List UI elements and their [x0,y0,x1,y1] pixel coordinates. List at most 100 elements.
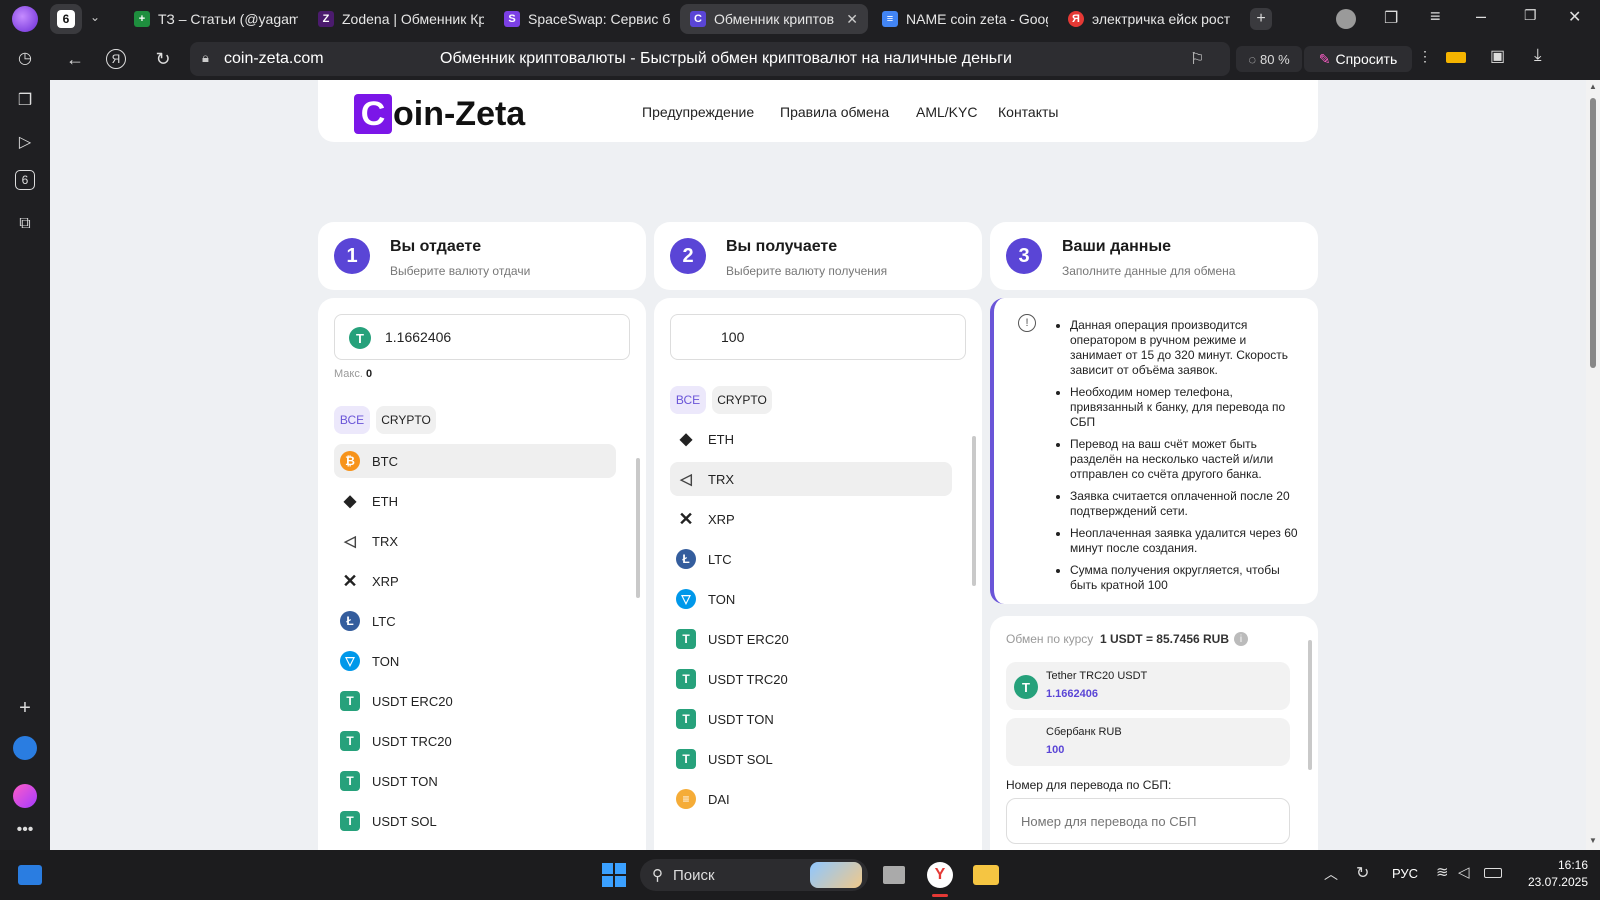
step-your-data: 3 Ваши данные Заполните данные для обмен… [990,222,1318,290]
yandex-browser-taskbar-icon[interactable]: Y [926,861,954,889]
chevron-up-icon[interactable]: ︿ [1324,864,1338,884]
url-field[interactable]: 🔒︎ coin-zeta.com Обменник криптовалюты -… [190,42,1230,76]
clock[interactable]: 16:16 23.07.2025 [1516,857,1588,891]
give-list-scrollbar[interactable] [636,458,640,598]
close-window-icon[interactable]: ✕ [1568,7,1581,27]
ask-button[interactable]: ✎ Спросить [1304,46,1412,72]
currency-item[interactable]: T USDT SOL [670,742,952,776]
step-title: Вы получаете [726,238,838,255]
tab-spaceswap[interactable]: S SpaceSwap: Сервис бл [494,4,670,34]
currency-item[interactable]: ₿ BTC [334,444,616,478]
reload-icon[interactable]: ↻ [150,46,176,72]
page-scroll-thumb[interactable] [1590,98,1596,368]
sync-icon[interactable]: ↻ [1356,863,1369,883]
receive-list-scrollbar[interactable] [972,436,976,586]
volume-icon[interactable]: ◁ [1458,863,1470,881]
currency-item[interactable]: ▽ TON [670,582,952,616]
currency-item[interactable]: ✕ XRP [334,564,616,598]
tab-coin-zeta[interactable]: C Обменник криптов ✕ [680,4,868,34]
currency-item[interactable]: ▽ TON [334,644,616,678]
currency-item[interactable]: T USDT TON [334,764,616,798]
kebab-menu-icon[interactable]: ⋮ [1418,48,1432,65]
currency-item[interactable]: ≡ DAI [670,782,952,816]
tabs-count-icon[interactable]: 6 [15,170,35,190]
battery-icon[interactable] [1484,868,1502,878]
currency-item[interactable]: T USDT SOL [334,804,616,838]
page-scrollbar[interactable]: ▲ ▼ [1586,80,1600,850]
collections-icon[interactable]: ❐ [1384,8,1398,28]
step-receive: 2 Вы получаете Выберите валюту получения [654,222,982,290]
browser-profile-icon[interactable] [12,6,38,32]
nav-aml-kyc[interactable]: AML/KYC [916,104,977,120]
battery-extension-icon[interactable] [1446,52,1466,63]
receive-amount-input[interactable]: 100 [670,314,966,360]
tab-google-docs[interactable]: ≡ NAME coin zeta - Goog [872,4,1048,34]
tab-sheets[interactable]: + ТЗ – Статьи (@yagami [124,4,298,34]
logo-text: oin-Zeta [393,94,526,133]
currency-item[interactable]: ◁ TRX [334,524,616,558]
currency-item[interactable]: ✕ XRP [670,502,952,536]
restore-icon[interactable]: ❐ [1524,7,1537,24]
currency-item[interactable]: ◁ TRX [670,462,952,496]
taskbar-search[interactable]: ⚲ Поиск [640,859,868,891]
start-icon[interactable] [600,861,628,889]
nav-contacts[interactable]: Контакты [998,104,1058,120]
account-icon[interactable] [1336,9,1356,29]
zoom-badge[interactable]: ◌ 80 % [1236,46,1302,72]
menu-icon[interactable]: ≡ [1430,6,1441,27]
filter-crypto[interactable]: CRYPTO [712,386,772,414]
chevron-down-icon[interactable]: ⌄ [90,10,100,24]
video-icon[interactable]: ▷ [13,130,37,154]
new-tab-button[interactable]: + [1250,8,1272,30]
tab-zodena[interactable]: Z Zodena | Обменник Кр [308,4,484,34]
currency-item[interactable]: ◆ ETH [670,422,952,456]
back-icon[interactable]: ← [62,46,88,72]
step-give: 1 Вы отдаете Выберите валюту отдачи [318,222,646,290]
summary-scrollbar[interactable] [1308,640,1312,770]
file-explorer-icon[interactable] [972,861,1000,889]
history-icon[interactable]: ◷ [13,46,37,70]
currency-item[interactable]: Ł LTC [670,542,952,576]
rate-info-icon[interactable]: i [1234,632,1248,646]
tab-yandex-search[interactable]: Я электричка ейск рост [1058,4,1234,34]
tab-counter-button[interactable]: 6 [50,4,82,34]
reader-icon[interactable]: ▣ [1490,46,1505,66]
currency-item[interactable]: ◆ ETH [334,484,616,518]
give-amount-input[interactable]: T 1.1662406 [334,314,630,360]
currency-item[interactable]: T USDT ERC20 [670,622,952,656]
screenshot-icon[interactable]: ⧉ [13,212,37,236]
language-indicator[interactable]: РУС [1392,866,1418,881]
bookmark-icon[interactable]: ⚐ [1190,49,1204,69]
collections-side-icon[interactable]: ❒ [13,88,37,112]
yandex-home-icon[interactable]: Я [106,49,126,69]
scroll-up-icon[interactable]: ▲ [1589,82,1597,91]
usdt-icon: T [340,771,360,791]
currency-item[interactable]: T USDT TRC20 [334,724,616,758]
logo-letter: C [354,94,392,134]
nav-exchange-rules[interactable]: Правила обмена [780,104,889,120]
filter-all[interactable]: ВСЕ [670,386,706,414]
currency-item[interactable]: Ł LTC [334,604,616,638]
site-logo[interactable]: C oin-Zeta [354,94,525,134]
download-icon[interactable]: ⤓ [1534,45,1542,65]
task-view-icon[interactable] [880,861,908,889]
wifi-icon[interactable]: ≋ [1436,863,1449,881]
currency-item[interactable]: T USDT ERC20 [334,684,616,718]
eth-icon: ◆ [343,493,357,510]
filter-crypto[interactable]: CRYPTO [376,406,436,434]
from-amount: 1.1662406 [1046,688,1098,700]
minimize-icon[interactable]: – [1476,6,1486,27]
scroll-down-icon[interactable]: ▼ [1589,836,1597,845]
docs-icon: ≡ [882,11,898,27]
currency-item[interactable]: T USDT TON [670,702,952,736]
currency-item[interactable]: T USDT TRC20 [670,662,952,696]
nav-warning[interactable]: Предупреждение [642,104,754,120]
alice-icon[interactable] [13,784,37,808]
more-icon[interactable]: ••• [13,818,37,842]
phone-input[interactable] [1006,798,1290,844]
widgets-icon[interactable] [16,861,44,889]
close-tab-icon[interactable]: ✕ [846,11,858,28]
filter-all[interactable]: ВСЕ [334,406,370,434]
app-shortcut-icon[interactable] [13,736,37,760]
add-panel-icon[interactable]: + [13,696,37,720]
